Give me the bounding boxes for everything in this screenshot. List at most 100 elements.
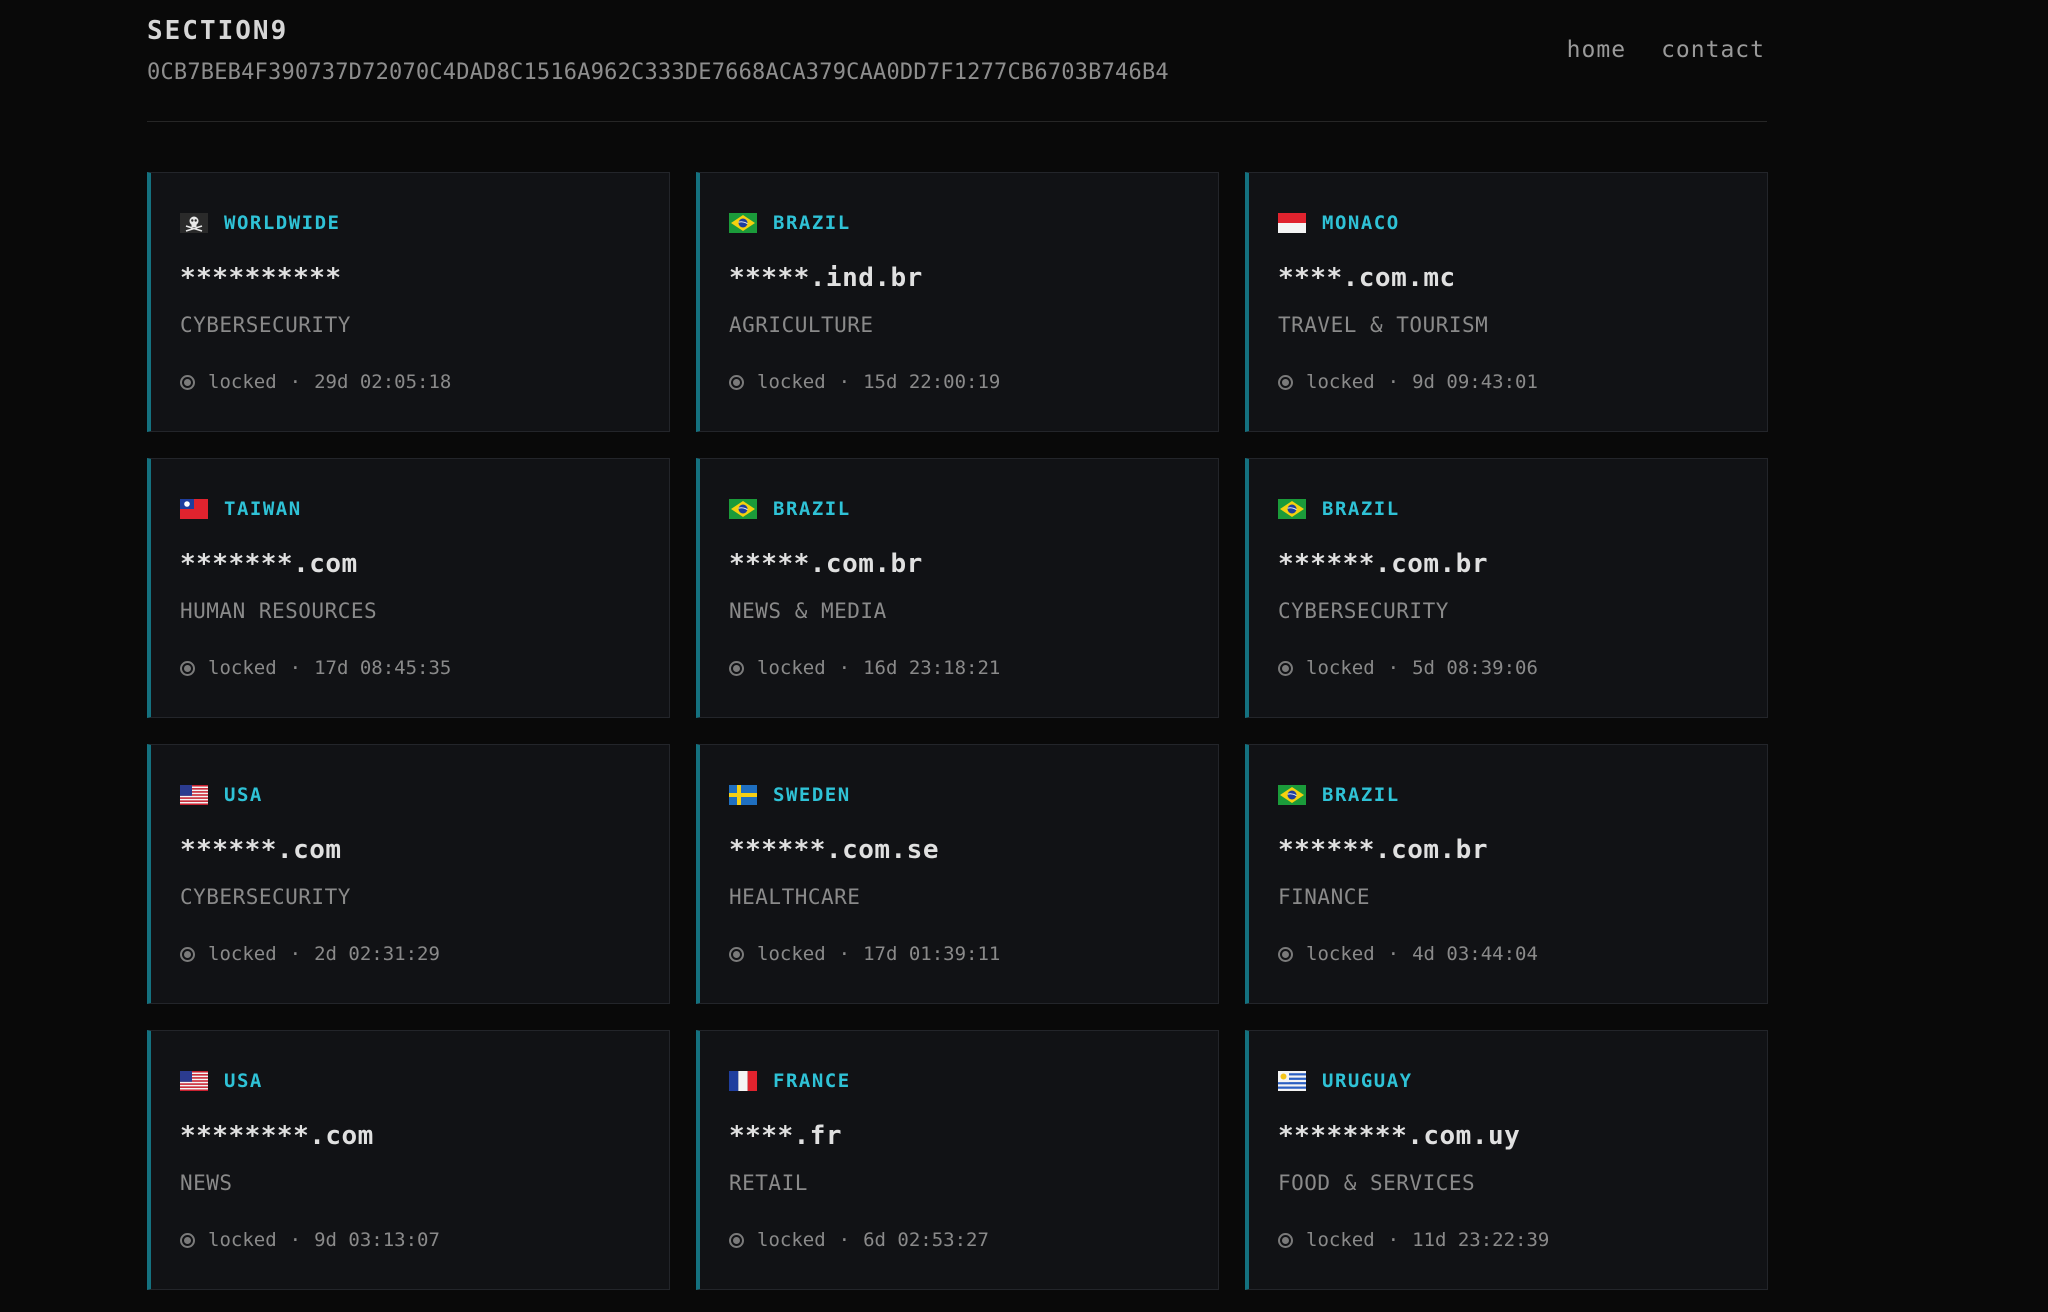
countdown-timer: 15d 22:00:19 <box>863 371 1001 393</box>
country-label: USA <box>224 784 263 806</box>
countdown-timer: 5d 08:39:06 <box>1412 657 1538 679</box>
status-separator: · <box>838 943 851 965</box>
country-label: BRAZIL <box>773 498 851 520</box>
status-text: locked <box>1306 1229 1375 1251</box>
status-text: locked <box>1306 943 1375 965</box>
countdown-timer: 16d 23:18:21 <box>863 657 1001 679</box>
country-label: SWEDEN <box>773 784 851 806</box>
card-country: USA <box>180 1070 263 1092</box>
sector-label: HUMAN RESOURCES <box>180 599 378 623</box>
nav-home-link[interactable]: home <box>1567 37 1626 63</box>
victim-card[interactable]: SWEDEN ******.com.se HEALTHCARE locked · 17d … <box>696 744 1219 1004</box>
card-country: BRAZIL <box>1278 784 1400 806</box>
victim-card[interactable]: BRAZIL ******.com.br FINANCE locked · 4d 03:4… <box>1245 744 1768 1004</box>
victim-card[interactable]: MONACO ****.com.mc TRAVEL & TOURISM locked ·… <box>1245 172 1768 432</box>
masked-domain: *****.com.br <box>729 549 923 579</box>
brazil-flag-icon <box>1278 499 1306 519</box>
status-dot-icon <box>1278 660 1293 676</box>
status-line: locked · 29d 02:05:18 <box>180 371 451 393</box>
status-separator: · <box>289 943 302 965</box>
victim-card[interactable]: USA ********.com NEWS locked · 9d 03:13:07 <box>147 1030 670 1290</box>
masked-domain: ********.com <box>180 1121 374 1151</box>
status-separator: · <box>838 1229 851 1251</box>
status-dot-icon <box>180 374 195 390</box>
page: SECTION9 0CB7BEB4F390737D72070C4DAD8C151… <box>0 0 2048 1312</box>
victim-card[interactable]: FRANCE ****.fr RETAIL locked · 6d 02:53:27 <box>696 1030 1219 1290</box>
victim-card[interactable]: TAIWAN *******.com HUMAN RESOURCES locked · 1… <box>147 458 670 718</box>
status-separator: · <box>289 657 302 679</box>
country-label: WORLDWIDE <box>224 212 341 234</box>
status-line: locked · 17d 01:39:11 <box>729 943 1000 965</box>
country-label: BRAZIL <box>773 212 851 234</box>
status-line: locked · 17d 08:45:35 <box>180 657 451 679</box>
site-header: SECTION9 0CB7BEB4F390737D72070C4DAD8C151… <box>147 0 1767 122</box>
masked-domain: *******.com <box>180 549 358 579</box>
victim-card[interactable]: BRAZIL ******.com.br CYBERSECURITY locked · 5… <box>1245 458 1768 718</box>
masked-domain: ********** <box>180 263 342 293</box>
countdown-timer: 17d 08:45:35 <box>314 657 452 679</box>
pirate-flag-icon <box>180 213 208 233</box>
card-country: USA <box>180 784 263 806</box>
status-separator: · <box>289 371 302 393</box>
victim-card[interactable]: URUGUAY ********.com.uy FOOD & SERVICES loc… <box>1245 1030 1768 1290</box>
masked-domain: ****.com.mc <box>1278 263 1456 293</box>
status-line: locked · 6d 02:53:27 <box>729 1229 989 1251</box>
status-dot-icon <box>729 1232 744 1248</box>
victim-card[interactable]: USA ******.com CYBERSECURITY locked · 2d 02:3… <box>147 744 670 1004</box>
status-separator: · <box>1387 657 1400 679</box>
status-text: locked <box>757 1229 826 1251</box>
status-dot-icon <box>729 946 744 962</box>
card-country: BRAZIL <box>729 212 851 234</box>
status-dot-icon <box>180 660 195 676</box>
card-country: SWEDEN <box>729 784 851 806</box>
status-separator: · <box>1387 1229 1400 1251</box>
status-text: locked <box>208 371 277 393</box>
card-country: FRANCE <box>729 1070 851 1092</box>
status-line: locked · 15d 22:00:19 <box>729 371 1000 393</box>
country-label: TAIWAN <box>224 498 302 520</box>
countdown-timer: 6d 02:53:27 <box>863 1229 989 1251</box>
monaco-flag-icon <box>1278 213 1306 233</box>
countdown-timer: 11d 23:22:39 <box>1412 1229 1550 1251</box>
victim-card[interactable]: WORLDWIDE ********** CYBERSECURITY locked · 2… <box>147 172 670 432</box>
site-hash: 0CB7BEB4F390737D72070C4DAD8C1516A962C333… <box>147 60 1169 85</box>
status-line: locked · 4d 03:44:04 <box>1278 943 1538 965</box>
card-country: BRAZIL <box>729 498 851 520</box>
status-text: locked <box>208 943 277 965</box>
status-text: locked <box>757 371 826 393</box>
nav-contact-link[interactable]: contact <box>1661 37 1765 63</box>
status-separator: · <box>1387 943 1400 965</box>
sector-label: TRAVEL & TOURISM <box>1278 313 1489 337</box>
brazil-flag-icon <box>1278 785 1306 805</box>
masked-domain: ******.com <box>180 835 342 865</box>
status-dot-icon <box>729 374 744 390</box>
victim-card[interactable]: BRAZIL *****.ind.br AGRICULTURE locked · 15d … <box>696 172 1219 432</box>
sector-label: FINANCE <box>1278 885 1371 909</box>
status-dot-icon <box>1278 374 1293 390</box>
sector-label: CYBERSECURITY <box>1278 599 1449 623</box>
brazil-flag-icon <box>729 213 757 233</box>
status-line: locked · 11d 23:22:39 <box>1278 1229 1549 1251</box>
country-label: BRAZIL <box>1322 498 1400 520</box>
status-text: locked <box>1306 657 1375 679</box>
country-label: USA <box>224 1070 263 1092</box>
sector-label: CYBERSECURITY <box>180 885 351 909</box>
status-text: locked <box>208 1229 277 1251</box>
brand-title: SECTION9 <box>147 16 289 46</box>
card-country: WORLDWIDE <box>180 212 340 234</box>
status-text: locked <box>757 657 826 679</box>
status-line: locked · 16d 23:18:21 <box>729 657 1000 679</box>
card-country: URUGUAY <box>1278 1070 1413 1092</box>
status-dot-icon <box>1278 1232 1293 1248</box>
sector-label: AGRICULTURE <box>729 313 874 337</box>
masked-domain: ******.com.br <box>1278 549 1488 579</box>
countdown-timer: 9d 03:13:07 <box>314 1229 440 1251</box>
status-separator: · <box>1387 371 1400 393</box>
country-label: BRAZIL <box>1322 784 1400 806</box>
victim-card-grid: WORLDWIDE ********** CYBERSECURITY locked · 2… <box>147 172 1768 1290</box>
countdown-timer: 4d 03:44:04 <box>1412 943 1538 965</box>
taiwan-flag-icon <box>180 499 208 519</box>
card-country: MONACO <box>1278 212 1400 234</box>
victim-card[interactable]: BRAZIL *****.com.br NEWS & MEDIA locked · 16d… <box>696 458 1219 718</box>
countdown-timer: 29d 02:05:18 <box>314 371 452 393</box>
